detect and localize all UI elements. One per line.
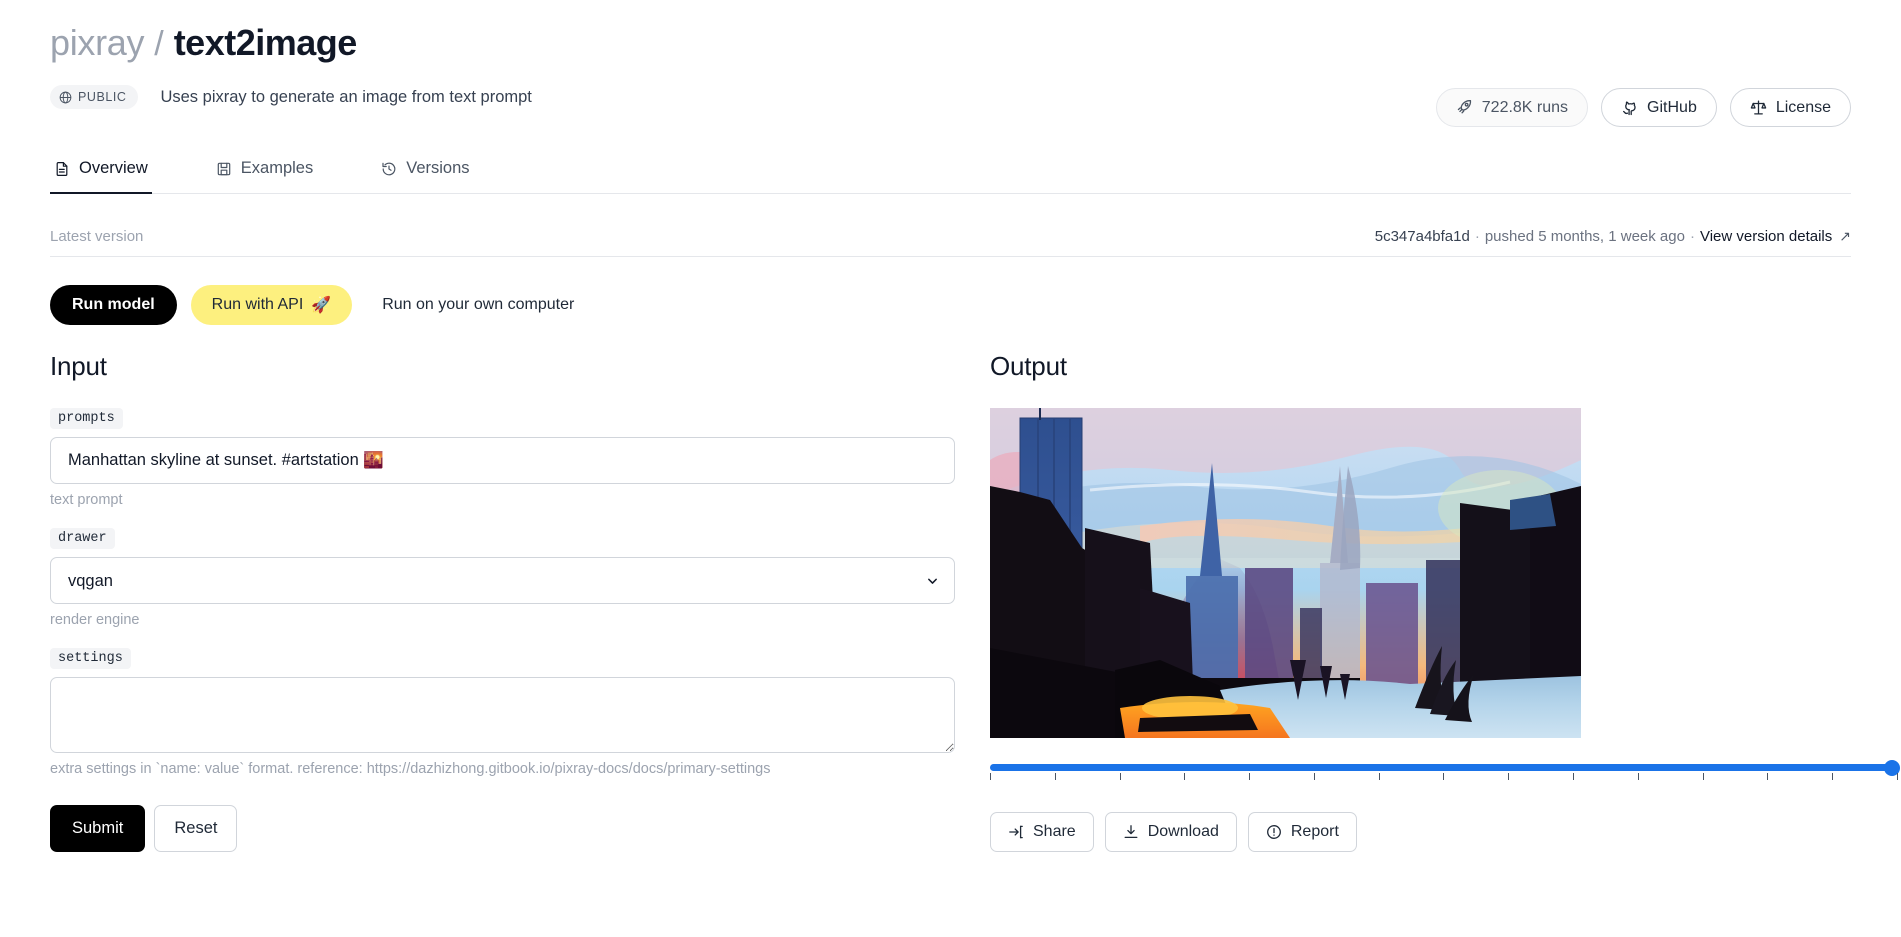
github-button[interactable]: GitHub xyxy=(1601,88,1717,127)
runs-count-button[interactable]: 722.8K runs xyxy=(1435,88,1589,127)
output-image[interactable] xyxy=(990,408,1898,738)
page-title: pixray / text2image xyxy=(50,0,1851,64)
download-label: Download xyxy=(1147,823,1219,840)
download-button[interactable]: Download xyxy=(1104,812,1237,852)
history-clock-icon xyxy=(381,161,397,177)
github-icon xyxy=(1621,99,1638,116)
run-with-api-button[interactable]: Run with API 🚀 xyxy=(190,285,353,325)
rocket-icon xyxy=(1456,99,1473,116)
drawer-select[interactable]: vqgan xyxy=(50,557,955,604)
tab-versions[interactable]: Versions xyxy=(377,150,473,194)
share-button[interactable]: Share xyxy=(990,812,1094,852)
title-separator: / xyxy=(154,25,164,63)
submit-button[interactable]: Submit xyxy=(50,805,146,852)
tab-overview[interactable]: Overview xyxy=(50,150,152,194)
run-model-button[interactable]: Run model xyxy=(50,285,177,325)
tab-overview-label: Overview xyxy=(79,159,148,177)
field-drawer-label: drawer xyxy=(50,528,115,549)
prompts-input[interactable] xyxy=(50,437,955,484)
output-actions: Share Download Report xyxy=(990,812,1898,852)
drawer-select-wrapper: vqgan xyxy=(50,557,955,604)
external-link-icon: ↗ xyxy=(1839,228,1851,244)
settings-textarea[interactable] xyxy=(50,677,955,753)
tab-bar: Overview Examples Versions xyxy=(50,150,1851,194)
header-actions: 722.8K runs GitHub License xyxy=(1435,88,1851,127)
output-column: Output Share Download Report xyxy=(955,351,1900,852)
globe-icon xyxy=(59,91,72,104)
report-label: Report xyxy=(1290,823,1339,840)
field-drawer: drawer vqgan render engine xyxy=(50,528,955,628)
github-label: GitHub xyxy=(1647,98,1697,116)
run-with-api-label: Run with API xyxy=(211,296,304,313)
reset-button[interactable]: Reset xyxy=(154,805,238,852)
document-icon xyxy=(54,161,70,177)
latest-version-label: Latest version xyxy=(50,228,144,245)
settings-helper-text: extra settings in `name: value` format. … xyxy=(50,761,771,777)
version-hash: 5c347a4bfa1d xyxy=(1374,228,1470,245)
content-columns: Input prompts text prompt drawer vqgan xyxy=(50,351,1900,852)
prompts-helper-text: text prompt xyxy=(50,492,123,508)
slider-track[interactable] xyxy=(990,764,1898,771)
version-pushed-time: pushed 5 months, 1 week ago xyxy=(1484,228,1685,245)
slider-ticks xyxy=(990,773,1898,780)
alert-circle-icon xyxy=(1266,824,1282,840)
run-on-own-computer-link[interactable]: Run on your own computer xyxy=(382,296,574,314)
form-buttons-row: Submit Reset xyxy=(50,805,955,852)
download-icon xyxy=(1123,824,1139,840)
runs-count-label: 722.8K runs xyxy=(1481,98,1569,116)
scales-icon xyxy=(1750,99,1767,116)
tab-examples[interactable]: Examples xyxy=(212,150,317,194)
tab-examples-label: Examples xyxy=(240,159,314,177)
license-button[interactable]: License xyxy=(1729,88,1851,127)
model-page: pixray / text2image PUBLIC Uses pixray t… xyxy=(0,0,1901,937)
field-settings-label: settings xyxy=(50,648,131,669)
version-details: 5c347a4bfa1d · pushed 5 months, 1 week a… xyxy=(1375,228,1851,245)
owner-link[interactable]: pixray xyxy=(50,22,145,64)
version-separator-1: · xyxy=(1474,228,1480,245)
model-description: Uses pixray to generate an image from te… xyxy=(160,87,532,106)
run-actions-row: Run model Run with API 🚀 Run on your own… xyxy=(50,285,1851,325)
view-version-details-link[interactable]: View version details xyxy=(1700,228,1832,245)
input-heading: Input xyxy=(50,351,107,381)
input-column: Input prompts text prompt drawer vqgan xyxy=(50,351,955,852)
field-prompts: prompts text prompt xyxy=(50,408,955,508)
version-bar: Latest version 5c347a4bfa1d · pushed 5 m… xyxy=(50,228,1851,257)
model-name: text2image xyxy=(173,22,358,63)
rocket-emoji-icon: 🚀 xyxy=(311,297,332,314)
drawer-helper-text: render engine xyxy=(50,612,140,628)
output-frame-slider[interactable] xyxy=(990,760,1900,784)
field-settings: settings extra settings in `name: value`… xyxy=(50,648,955,777)
share-arrow-icon xyxy=(1008,824,1024,840)
visibility-label: PUBLIC xyxy=(78,90,127,104)
output-heading: Output xyxy=(990,351,1067,381)
field-prompts-label: prompts xyxy=(50,408,123,429)
status-badge: PUBLIC xyxy=(50,85,139,109)
share-label: Share xyxy=(1033,823,1076,840)
version-separator-2: · xyxy=(1689,228,1695,245)
save-floppy-icon xyxy=(216,161,232,177)
license-label: License xyxy=(1775,98,1831,116)
report-button[interactable]: Report xyxy=(1247,812,1357,852)
tab-versions-label: Versions xyxy=(406,159,470,177)
